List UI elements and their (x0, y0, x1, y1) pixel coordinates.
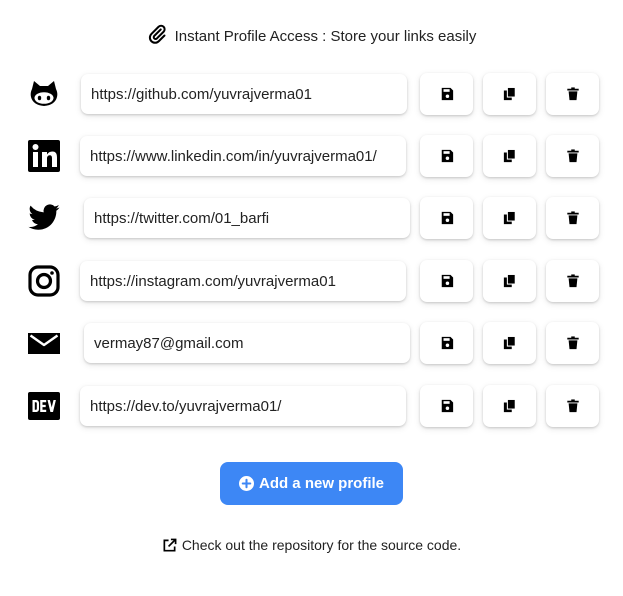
external-link-icon (162, 538, 177, 553)
delete-button[interactable] (546, 260, 599, 302)
copy-icon (503, 399, 517, 413)
app-header: Instant Profile Access : Store your link… (0, 24, 623, 48)
copy-icon (503, 274, 517, 288)
copy-icon (503, 149, 517, 163)
save-icon (440, 274, 454, 288)
add-profile-label: Add a new profile (258, 475, 384, 492)
profile-row-instagram (0, 259, 623, 303)
profile-row-github (0, 72, 623, 116)
trash-icon (566, 149, 580, 163)
save-button[interactable] (420, 260, 473, 302)
trash-icon (566, 399, 580, 413)
plus-circle-icon (238, 476, 254, 491)
trash-icon (566, 87, 580, 101)
copy-button[interactable] (483, 260, 536, 302)
profile-row-linkedin (0, 134, 623, 178)
save-icon (440, 336, 454, 350)
save-icon (440, 211, 454, 225)
trash-icon (566, 211, 580, 225)
save-icon (440, 87, 454, 101)
copy-button[interactable] (483, 135, 536, 177)
delete-button[interactable] (546, 197, 599, 239)
copy-button[interactable] (483, 73, 536, 115)
copy-button[interactable] (483, 385, 536, 427)
save-icon (440, 399, 454, 413)
profile-link-input[interactable] (81, 74, 407, 114)
linkedin-icon (27, 139, 61, 173)
profile-link-input[interactable] (80, 386, 406, 426)
copy-icon (503, 211, 517, 225)
profile-link-input[interactable] (84, 198, 410, 238)
copy-icon (503, 336, 517, 350)
header-title: Instant Profile Access : Store your link… (174, 27, 477, 45)
dev-icon (27, 389, 61, 423)
delete-button[interactable] (546, 385, 599, 427)
delete-button[interactable] (546, 322, 599, 364)
save-button[interactable] (420, 135, 473, 177)
instagram-icon (27, 264, 61, 298)
copy-icon (503, 87, 517, 101)
twitter-icon (27, 201, 61, 235)
save-button[interactable] (420, 385, 473, 427)
profile-link-input[interactable] (80, 261, 406, 301)
save-button[interactable] (420, 197, 473, 239)
save-icon (440, 149, 454, 163)
delete-button[interactable] (546, 135, 599, 177)
copy-button[interactable] (483, 197, 536, 239)
repo-link-text: Check out the repository for the source … (181, 537, 462, 553)
trash-icon (566, 336, 580, 350)
copy-button[interactable] (483, 322, 536, 364)
paperclip-icon (147, 24, 167, 48)
profile-row-dev (0, 384, 623, 428)
repo-link[interactable]: Check out the repository for the source … (0, 537, 623, 553)
profile-link-input[interactable] (80, 136, 406, 176)
mail-icon (27, 326, 61, 360)
profile-row-twitter (0, 196, 623, 240)
github-icon (27, 77, 61, 111)
add-profile-button[interactable]: Add a new profile (220, 462, 403, 505)
profile-row-email (0, 321, 623, 365)
trash-icon (566, 274, 580, 288)
save-button[interactable] (420, 322, 473, 364)
save-button[interactable] (420, 73, 473, 115)
profile-link-input[interactable] (84, 323, 410, 363)
delete-button[interactable] (546, 73, 599, 115)
